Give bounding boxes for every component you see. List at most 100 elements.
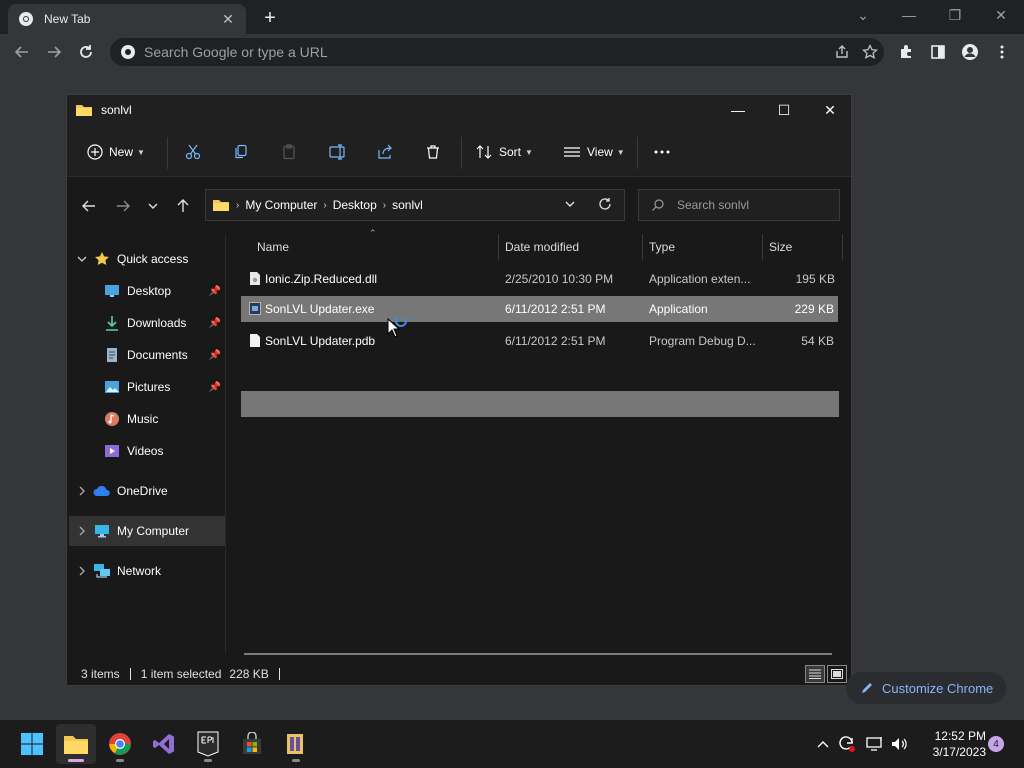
share-icon[interactable] [828,38,856,66]
close-browser-button[interactable]: ✕ [978,4,1024,26]
show-hidden-icons-chevron-icon[interactable] [812,732,834,756]
column-header-type[interactable]: Type [649,234,761,260]
start-button[interactable] [12,724,52,764]
omnibox[interactable]: Search Google or type a URL [110,38,884,66]
file-row-selected-highlight[interactable]: SonLVL Updater.exe 6/11/2012 2:51 PM App… [241,296,838,322]
pin-icon[interactable]: 📌 [209,382,221,393]
omnibox-placeholder: Search Google or type a URL [144,44,328,60]
breadcrumb-my-computer[interactable]: My Computer [245,198,317,212]
nav-videos[interactable]: Videos [67,436,225,466]
search-input[interactable]: Search sonlvl [638,189,840,221]
copy-button[interactable] [233,137,249,167]
new-button[interactable]: New ▼ [87,137,145,167]
extensions-puzzle-icon[interactable] [894,40,918,64]
sort-icon [476,145,492,159]
view-button[interactable]: View ▼ [563,137,625,167]
nav-quick-access[interactable]: Quick access [67,244,225,274]
tab-new-tab[interactable]: New Tab ✕ [8,4,246,34]
notification-badge[interactable]: 4 [988,736,1004,752]
nav-desktop[interactable]: Desktop 📌 [67,276,225,306]
chevron-right-icon[interactable] [75,526,89,536]
delete-button[interactable] [425,137,441,167]
share-button[interactable] [377,137,393,167]
chevron-right-icon[interactable] [75,566,89,576]
column-resize-handle[interactable] [642,234,643,260]
back-nav-button[interactable] [75,192,103,220]
recent-locations-button[interactable] [139,192,167,220]
taskbar-archive-app[interactable] [276,724,316,764]
address-history-chevron-icon[interactable] [564,198,576,213]
file-row[interactable]: SonLVL Updater.pdb 6/11/2012 2:51 PM Pro… [241,328,838,354]
breadcrumb-separator-icon: › [382,199,387,211]
taskbar-epic-games[interactable] [188,724,228,764]
new-tab-button[interactable]: + [258,6,282,30]
chevron-right-icon[interactable] [75,486,89,496]
tab-search-icon[interactable]: ⌄ [840,4,886,26]
taskbar-chrome[interactable] [100,724,140,764]
nav-pictures[interactable]: Pictures 📌 [67,372,225,402]
sort-button[interactable]: Sort ▼ [475,137,533,167]
system-clock[interactable]: 12:52 PM 3/17/2023 [914,728,986,760]
breadcrumb-desktop[interactable]: Desktop [333,198,377,212]
maximize-window-button[interactable]: ☐ [761,95,807,125]
column-header-size[interactable]: Size [769,234,839,260]
close-window-button[interactable]: ✕ [807,95,853,125]
arrow-right-icon [48,46,62,58]
cut-button[interactable] [185,137,201,167]
sync-status-icon[interactable] [836,732,858,756]
rename-icon [329,144,345,160]
volume-icon[interactable] [888,732,910,756]
pin-icon[interactable]: 📌 [209,318,221,329]
more-options-button[interactable] [653,137,671,167]
sort-label: Sort [499,145,522,159]
breadcrumb-sonlvl[interactable]: sonlvl [392,198,423,212]
taskbar-visual-studio[interactable] [144,724,184,764]
close-tab-icon[interactable]: ✕ [220,11,236,27]
paste-button[interactable] [281,137,297,167]
chrome-logo-icon [109,733,131,755]
file-row[interactable]: Ionic.Zip.Reduced.dll 2/25/2010 10:30 PM… [241,266,839,292]
chrome-menu-kebab-icon[interactable] [990,40,1014,64]
nav-onedrive[interactable]: OneDrive [67,476,225,506]
forward-nav-button[interactable] [109,192,137,220]
chevron-down-icon[interactable] [75,254,89,264]
customize-chrome-button[interactable]: Customize Chrome [846,672,1006,704]
nav-network[interactable]: Network [67,556,225,586]
column-header-name[interactable]: Name [257,234,497,260]
nav-my-computer[interactable]: My Computer [69,516,225,546]
pin-icon[interactable]: 📌 [209,286,221,297]
horizontal-scrollbar[interactable] [244,653,832,655]
column-resize-handle[interactable] [762,234,763,260]
forward-button[interactable] [42,40,66,64]
network-status-icon[interactable] [864,732,886,756]
taskbar-file-explorer[interactable] [56,724,96,764]
column-header-date[interactable]: Date modified [505,234,645,260]
reload-button[interactable] [74,40,98,64]
pane-divider[interactable] [225,234,226,654]
nav-downloads[interactable]: Downloads 📌 [67,308,225,338]
minimize-window-button[interactable]: — [715,95,761,125]
restore-browser-button[interactable]: ❐ [932,4,978,26]
taskbar-microsoft-store[interactable] [232,724,272,764]
column-resize-handle[interactable] [842,234,843,260]
tiles-view-button[interactable] [827,665,847,683]
up-one-level-button[interactable] [169,192,197,220]
back-button[interactable] [10,40,34,64]
visual-studio-icon [153,734,174,754]
details-view-button[interactable] [805,665,825,683]
profile-avatar-icon[interactable] [958,40,982,64]
epic-games-icon [197,731,219,757]
refresh-icon[interactable] [598,197,612,214]
explorer-titlebar[interactable]: sonlvl — ☐ ✕ [67,95,851,125]
rename-button[interactable] [329,137,347,167]
file-row-selected[interactable] [241,391,839,417]
pin-icon[interactable]: 📌 [209,350,221,361]
column-resize-handle[interactable] [498,234,499,260]
address-bar[interactable]: › My Computer › Desktop › sonlvl [205,189,625,221]
minimize-browser-button[interactable]: — [886,4,932,26]
side-panel-icon[interactable] [926,40,950,64]
file-explorer-window: sonlvl — ☐ ✕ New ▼ Sort ▼ View ▼ › My Co… [66,94,852,686]
nav-music[interactable]: Music [67,404,225,434]
nav-documents[interactable]: Documents 📌 [67,340,225,370]
bookmark-star-icon[interactable] [856,38,884,66]
